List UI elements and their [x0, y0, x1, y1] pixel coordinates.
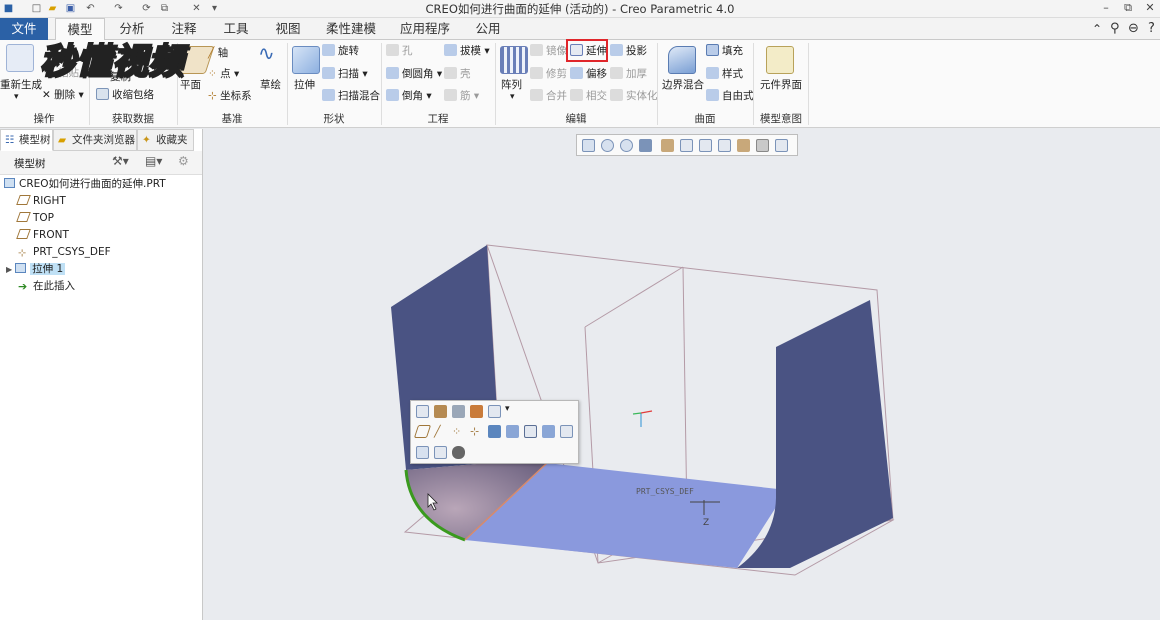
reorient-icon[interactable]	[434, 446, 447, 459]
datum-plane-line	[584, 266, 684, 328]
csys-icon[interactable]: ⊹	[470, 425, 483, 438]
repaint-icon[interactable]	[639, 139, 652, 152]
selection-filter-icon[interactable]	[488, 405, 501, 418]
model-geometry[interactable]: PRT_CSYS_DEF Z	[0, 0, 1160, 620]
csys-label: PRT_CSYS_DEF	[636, 487, 694, 496]
refit-icon[interactable]	[582, 139, 595, 152]
mini-toolbar-popup: ▾ ╱ ⁘ ⊹	[410, 400, 579, 464]
view-toolbar	[576, 134, 798, 156]
view-manager-icon[interactable]	[699, 139, 712, 152]
extend-icon[interactable]	[524, 425, 537, 438]
measure-icon[interactable]	[452, 405, 465, 418]
hide-icon[interactable]	[470, 405, 483, 418]
saved-orientations-icon[interactable]	[680, 139, 693, 152]
plane-icon[interactable]	[413, 425, 432, 438]
datum-display-icon[interactable]	[737, 139, 750, 152]
hide-view-icon[interactable]	[452, 446, 465, 459]
appearance-icon[interactable]	[434, 405, 447, 418]
zoom-in-icon[interactable]	[601, 139, 614, 152]
trim-icon[interactable]	[560, 425, 573, 438]
annotation-display-icon[interactable]	[775, 139, 788, 152]
offset-icon[interactable]	[542, 425, 555, 438]
edit-dimensions-icon[interactable]	[416, 405, 429, 418]
csys-marker	[632, 410, 653, 427]
point-icon[interactable]: ⁘	[452, 425, 465, 438]
axis-icon[interactable]: ╱	[434, 425, 447, 438]
extrude-icon[interactable]	[488, 425, 501, 438]
popup-dropdown-icon[interactable]: ▾	[505, 404, 510, 414]
zoom-to-selected-icon[interactable]	[416, 446, 429, 459]
display-style-icon[interactable]	[661, 139, 674, 152]
zoom-out-icon[interactable]	[620, 139, 633, 152]
perspective-icon[interactable]	[718, 139, 731, 152]
axis-label-z: Z	[703, 518, 709, 528]
sketch-icon[interactable]	[506, 425, 519, 438]
spin-center-icon[interactable]	[756, 139, 769, 152]
